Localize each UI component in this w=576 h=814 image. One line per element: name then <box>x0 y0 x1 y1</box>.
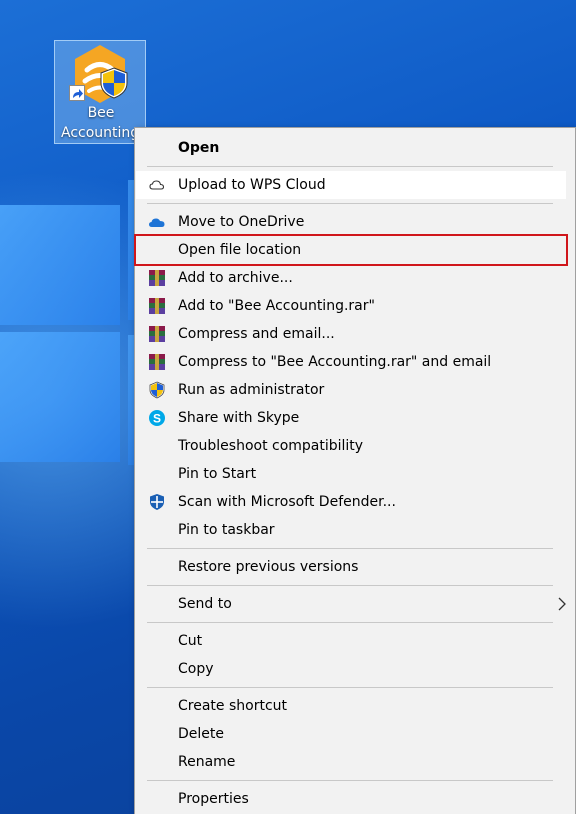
menu-item-label: Open file location <box>178 242 302 258</box>
defender-icon <box>150 494 164 510</box>
menu-item-label: Restore previous versions <box>178 559 359 575</box>
menu-item-label: Move to OneDrive <box>178 214 305 230</box>
menu-item-add-to-rar[interactable]: Add to "Bee Accounting.rar" <box>136 292 566 320</box>
menu-item-open-file-location[interactable]: Open file location <box>134 234 568 266</box>
menu-item-troubleshoot-compatibility[interactable]: Troubleshoot compatibility <box>136 432 566 460</box>
menu-item-open[interactable]: Open <box>136 134 566 162</box>
menu-item-label: Add to archive... <box>178 270 293 286</box>
menu-item-add-to-archive[interactable]: Add to archive... <box>136 264 566 292</box>
menu-item-label: Delete <box>178 726 224 742</box>
menu-item-label: Upload to WPS Cloud <box>178 177 326 193</box>
menu-item-run-as-administrator[interactable]: Run as administrator <box>136 376 566 404</box>
menu-item-label: Share with Skype <box>178 410 300 426</box>
menu-item-label: Open <box>178 140 220 156</box>
menu-item-label: Pin to taskbar <box>178 522 275 538</box>
menu-item-cut[interactable]: Cut <box>136 627 566 655</box>
menu-item-label: Copy <box>178 661 214 677</box>
menu-separator <box>147 548 553 549</box>
menu-item-move-onedrive[interactable]: Move to OneDrive <box>136 208 566 236</box>
menu-item-share-with-skype[interactable]: S Share with Skype <box>136 404 566 432</box>
skype-icon: S <box>149 410 165 426</box>
wallpaper-window-pane <box>0 205 120 325</box>
menu-item-scan-with-defender[interactable]: Scan with Microsoft Defender... <box>136 488 566 516</box>
menu-item-compress-to-rar-and-email[interactable]: Compress to "Bee Accounting.rar" and ema… <box>136 348 566 376</box>
menu-item-label: Pin to Start <box>178 466 257 482</box>
winrar-icon <box>149 298 165 314</box>
menu-item-label: Rename <box>178 754 236 770</box>
menu-item-label: Create shortcut <box>178 698 288 714</box>
menu-item-send-to[interactable]: Send to <box>136 590 566 618</box>
menu-item-label: Send to <box>178 596 232 612</box>
shortcut-arrow-icon <box>69 85 85 101</box>
menu-item-label: Compress and email... <box>178 326 335 342</box>
menu-item-compress-and-email[interactable]: Compress and email... <box>136 320 566 348</box>
svg-text:S: S <box>153 412 161 426</box>
menu-separator <box>147 203 553 204</box>
menu-item-label: Run as administrator <box>178 382 325 398</box>
cloud-outline-icon <box>149 180 165 190</box>
menu-item-restore-previous-versions[interactable]: Restore previous versions <box>136 553 566 581</box>
menu-item-upload-wps-cloud[interactable]: Upload to WPS Cloud <box>136 171 566 199</box>
menu-item-label: Scan with Microsoft Defender... <box>178 494 396 510</box>
winrar-icon <box>149 326 165 342</box>
desktop-icon-label-line1: Bee <box>87 105 115 121</box>
uac-shield-icon <box>100 67 128 99</box>
wallpaper-window-pane <box>0 332 120 462</box>
menu-separator <box>147 585 553 586</box>
menu-item-label: Compress to "Bee Accounting.rar" and ema… <box>178 354 492 370</box>
menu-separator <box>147 780 553 781</box>
menu-item-delete[interactable]: Delete <box>136 720 566 748</box>
menu-item-properties[interactable]: Properties <box>136 785 566 813</box>
onedrive-icon <box>149 218 165 227</box>
desktop[interactable]: Bee Accounting Open Upload to WPS Cloud … <box>0 0 576 814</box>
context-menu: Open Upload to WPS Cloud Move to OneDriv… <box>134 127 576 814</box>
menu-item-pin-to-start[interactable]: Pin to Start <box>136 460 566 488</box>
menu-separator <box>147 166 553 167</box>
menu-item-label: Troubleshoot compatibility <box>178 438 364 454</box>
menu-item-copy[interactable]: Copy <box>136 655 566 683</box>
chevron-right-icon <box>558 597 566 611</box>
winrar-icon <box>149 354 165 370</box>
uac-shield-icon <box>149 381 165 399</box>
menu-item-pin-to-taskbar[interactable]: Pin to taskbar <box>136 516 566 544</box>
menu-item-create-shortcut[interactable]: Create shortcut <box>136 692 566 720</box>
desktop-shortcut-bee-accounting[interactable]: Bee Accounting <box>54 40 146 144</box>
menu-item-label: Cut <box>178 633 203 649</box>
menu-item-label: Add to "Bee Accounting.rar" <box>178 298 375 314</box>
menu-item-rename[interactable]: Rename <box>136 748 566 776</box>
menu-separator <box>147 622 553 623</box>
menu-separator <box>147 687 553 688</box>
winrar-icon <box>149 270 165 286</box>
menu-item-label: Properties <box>178 791 249 807</box>
